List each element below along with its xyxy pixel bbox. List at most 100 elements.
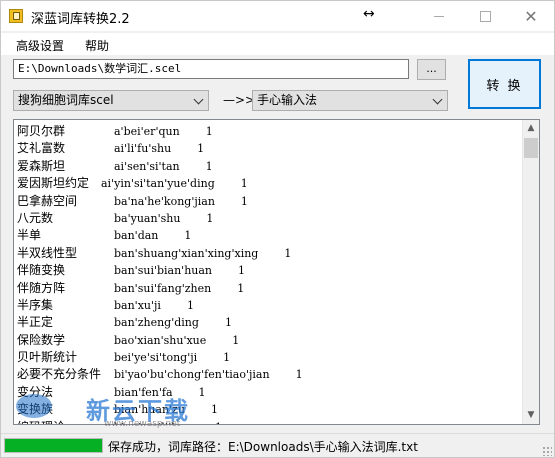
list-item: 半单 ban'dan 1 (17, 227, 519, 244)
progress-fill (5, 439, 102, 452)
entry-word: 保险数学 (17, 332, 66, 347)
source-format-value: 搜狗细胞词库scel (18, 93, 114, 107)
entry-pinyin: ai'sen'si'tan (114, 159, 180, 173)
list-item: 巴拿赫空间 ba'na'he'kong'jian 1 (17, 193, 519, 210)
entry-pinyin: ban'zheng'ding (114, 316, 199, 330)
list-item: 变分法 bian'fen'fa 1 (17, 384, 519, 401)
entry-pinyin: ban'dan (114, 229, 159, 243)
entry-word: 阿贝尔群 (17, 124, 66, 138)
entry-word: 变换族 (17, 402, 54, 417)
entry-word: 半双线性型 (17, 245, 78, 260)
entry-count: 1 (206, 211, 214, 225)
status-bar: 保存成功，词库路径：E:\Downloads\手心输入法词库.txt (1, 433, 554, 457)
entry-pinyin: ai'yin'si'tan'yue'ding (101, 177, 215, 191)
menu-bar: 高级设置 帮助 (1, 33, 554, 55)
entry-count: 1 (205, 159, 213, 173)
scroll-thumb[interactable] (524, 138, 538, 158)
browse-button[interactable]: ... (417, 59, 446, 80)
list-item: 半正定 ban'zheng'ding 1 (17, 314, 519, 331)
app-icon (9, 9, 23, 23)
entry-word: 半序集 (17, 297, 54, 312)
list-item: 伴随变换 ban'sui'bian'huan 1 (17, 262, 519, 279)
entry-word: 半正定 (17, 315, 54, 330)
entry-count: 1 (284, 246, 292, 260)
list-item: 必要不充分条件 bi'yao'bu'chong'fen'tiao'jian 1 (17, 366, 519, 383)
entry-pinyin: bao'xian'shu'xue (114, 333, 207, 347)
entry-count: 1 (197, 142, 205, 156)
entry-pinyin: a'bei'er'qun (114, 125, 180, 138)
entry-count: 1 (295, 368, 303, 382)
entry-word: 爱森斯坦 (17, 158, 66, 173)
entry-list: 阿贝尔群 a'bei'er'qun 1 艾礼富数 ai'li'fu'shu 1 爱森斯坦 ai… (17, 123, 519, 424)
entry-pinyin: ba'na'he'kong'jian (114, 194, 215, 208)
minimize-button[interactable] (416, 1, 462, 31)
status-text: 保存成功，词库路径：E:\Downloads\手心输入法词库.txt (108, 440, 418, 454)
entry-count: 1 (238, 264, 246, 278)
entry-count: 1 (223, 351, 231, 365)
list-item: 爱森斯坦 ai'sen'si'tan 1 (17, 158, 519, 175)
entry-word: 半单 (17, 228, 42, 243)
conversion-arrow-label: —>> (223, 93, 256, 107)
entry-count: 1 (198, 385, 206, 399)
entry-pinyin: bi'yao'bu'chong'fen'tiao'jian (114, 368, 270, 382)
close-icon: ✕ (524, 6, 538, 26)
maximize-icon (479, 10, 491, 22)
scroll-down-icon[interactable]: ▼ (523, 407, 539, 424)
source-path-input[interactable]: E:\Downloads\数学词汇.scel (13, 59, 409, 79)
entry-count: 1 (186, 298, 194, 312)
entry-pinyin: ban'xu'ji (114, 298, 161, 312)
entry-word: 艾礼富数 (17, 141, 66, 156)
list-item: 爱因斯坦约定 ai'yin'si'tan'yue'ding 1 (17, 175, 519, 192)
source-format-select[interactable]: 搜狗细胞词库scel (13, 90, 209, 111)
title-bar[interactable]: 深蓝词库转换2.2 ↔ ✕ (1, 1, 554, 31)
convert-button[interactable]: 转 换 (468, 59, 541, 109)
entry-pinyin: ai'li'fu'shu (114, 142, 172, 156)
entry-count: 1 (210, 403, 218, 417)
menu-advanced-settings[interactable]: 高级设置 (16, 37, 64, 54)
entry-count: 1 (240, 177, 248, 191)
list-item: 艾礼富数 ai'li'fu'shu 1 (17, 140, 519, 157)
entry-word: 贝叶斯统计 (17, 350, 78, 365)
output-text-area[interactable]: 阿贝尔群 a'bei'er'qun 1 艾礼富数 ai'li'fu'shu 1 爱森斯坦 ai… (13, 119, 540, 425)
entry-pinyin: bian'ma'li'lun (114, 419, 189, 424)
move-cursor-icon: ↔ (363, 6, 375, 22)
entry-count: 1 (224, 316, 232, 330)
list-item: 贝叶斯统计 bei'ye'si'tong'ji 1 (17, 349, 519, 366)
list-item: 编码理论bian'ma'li'lun 1 (17, 419, 519, 424)
entry-count: 1 (232, 333, 240, 347)
list-item: 变换族 bian'huan'zu 1 (17, 401, 519, 418)
entry-word: 伴随方阵 (17, 280, 66, 295)
progress-bar (4, 438, 103, 453)
main-window: 深蓝词库转换2.2 ↔ ✕ 高级设置 帮助 E:\Downloads\数学词汇.… (0, 0, 555, 458)
entry-word: 伴随变换 (17, 263, 66, 278)
entry-pinyin: ban'shuang'xian'xing'xing (114, 246, 259, 260)
close-button[interactable]: ✕ (508, 1, 554, 31)
menu-help[interactable]: 帮助 (85, 37, 109, 54)
entry-word: 变分法 (17, 384, 54, 399)
entry-count: 1 (240, 194, 248, 208)
scroll-up-icon[interactable]: ▲ (523, 120, 539, 137)
minimize-icon (434, 15, 444, 17)
list-item: 八元数 ba'yuan'shu 1 (17, 210, 519, 227)
entry-count: 1 (215, 419, 222, 424)
entry-pinyin: ban'sui'bian'huan (114, 264, 213, 278)
entry-pinyin: ba'yuan'shu (114, 211, 181, 225)
maximize-button[interactable] (462, 1, 508, 31)
vertical-scrollbar[interactable]: ▲ ▼ (522, 120, 539, 424)
entry-word: 爱因斯坦约定 (17, 176, 90, 191)
entry-count: 1 (237, 281, 245, 295)
list-item: 伴随方阵 ban'sui'fang'zhen 1 (17, 280, 519, 297)
list-item: 阿贝尔群 a'bei'er'qun 1 (17, 123, 519, 140)
list-item: 半序集 ban'xu'ji 1 (17, 297, 519, 314)
entry-word: 八元数 (17, 210, 54, 225)
resize-grip-icon[interactable] (542, 446, 552, 456)
entry-pinyin: bian'huan'zu (114, 403, 185, 417)
window-title: 深蓝词库转换2.2 (31, 12, 130, 27)
entry-pinyin: ban'sui'fang'zhen (114, 281, 212, 295)
list-item: 半双线性型 ban'shuang'xian'xing'xing 1 (17, 245, 519, 262)
entry-word: 编码理论 (17, 419, 114, 424)
target-format-value: 手心输入法 (257, 93, 318, 107)
target-format-select[interactable]: 手心输入法 (252, 90, 448, 111)
entry-word: 巴拿赫空间 (17, 193, 78, 208)
entry-pinyin: bei'ye'si'tong'ji (114, 351, 198, 365)
